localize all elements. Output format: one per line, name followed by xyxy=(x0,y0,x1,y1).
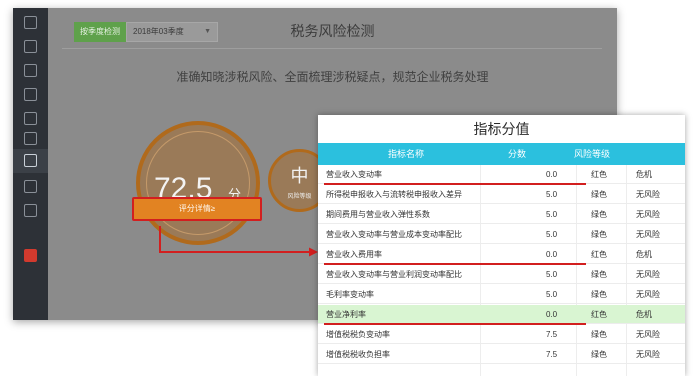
sidebar-report-icon[interactable] xyxy=(24,112,37,125)
sidebar xyxy=(13,8,48,320)
column-header-score: 分数 xyxy=(508,149,527,159)
period-toolbar: 按季度检测 2018年03季度 ▼ xyxy=(74,22,218,42)
tab-quarterly-check[interactable]: 按季度检测 xyxy=(74,22,126,42)
score-gauge: 72.5 分 xyxy=(136,121,260,245)
row-color: 绿色 xyxy=(591,270,607,279)
row-risk-level: 危机 xyxy=(636,170,652,179)
table-row[interactable]: 增值税税收负担率 7.5 绿色 无风险 xyxy=(318,345,685,364)
table-header: 指标名称 分数 风险等级 xyxy=(318,143,685,165)
table-row[interactable]: 期间费用与营业收入弹性系数 5.0 绿色 无风险 xyxy=(318,205,685,224)
sidebar-risk-check-icon[interactable] xyxy=(24,154,37,167)
period-select[interactable]: 2018年03季度 ▼ xyxy=(126,22,218,42)
row-color: 红色 xyxy=(591,170,607,179)
row-risk-level: 无风险 xyxy=(636,210,660,219)
column-header-name: 指标名称 xyxy=(388,149,425,159)
row-score: 5.0 xyxy=(546,210,558,219)
risk-underline-marker xyxy=(324,183,586,185)
row-risk-level: 无风险 xyxy=(636,270,660,279)
table-row-highlighted[interactable]: 营业净利率 0.0 红色 危机 xyxy=(318,305,685,324)
row-score: 0.0 xyxy=(546,310,558,319)
table-row[interactable]: 营业收入变动率与营业成本变动率配比 5.0 绿色 无风险 xyxy=(318,225,685,244)
row-risk-level: 无风险 xyxy=(636,230,660,239)
risk-underline-marker xyxy=(324,263,586,265)
popup-title: 指标分值 xyxy=(473,121,530,137)
page-subtitle: 准确知晓涉税风险、全面梳理涉税疑点，规范企业税务处理 xyxy=(176,70,489,84)
score-detail-button[interactable]: 评分详情≥ xyxy=(132,197,262,221)
sidebar-building-icon[interactable] xyxy=(24,132,37,145)
sidebar-document-icon[interactable] xyxy=(24,40,37,53)
row-score: 0.0 xyxy=(546,170,558,179)
row-indicator-name: 营业收入变动率与营业利润变动率配比 xyxy=(326,270,462,279)
row-color: 绿色 xyxy=(591,350,607,359)
row-indicator-name: 营业收入费用率 xyxy=(326,250,382,259)
row-indicator-name: 所得税申报收入与流转税申报收入差异 xyxy=(326,190,462,199)
row-score: 5.0 xyxy=(546,230,558,239)
title-divider xyxy=(62,48,602,49)
row-color: 绿色 xyxy=(591,290,607,299)
row-color: 绿色 xyxy=(591,190,607,199)
row-risk-level: 危机 xyxy=(636,250,652,259)
table-row[interactable]: 增值税税负变动率 7.5 绿色 无风险 xyxy=(318,325,685,344)
sidebar-settings-icon[interactable] xyxy=(24,204,37,217)
row-score: 5.0 xyxy=(546,270,558,279)
sidebar-chart-icon[interactable] xyxy=(24,64,37,77)
row-indicator-name: 增值税税收负担率 xyxy=(326,350,390,359)
row-indicator-name: 营业净利率 xyxy=(326,310,366,319)
table-row[interactable]: 营业收入变动率 0.0 红色 危机 xyxy=(318,165,685,184)
sidebar-search-icon[interactable] xyxy=(24,180,37,193)
row-risk-level: 无风险 xyxy=(636,290,660,299)
row-indicator-name: 营业收入变动率 xyxy=(326,170,382,179)
row-color: 红色 xyxy=(591,250,607,259)
sidebar-home-icon[interactable] xyxy=(24,16,37,29)
period-select-value: 2018年03季度 xyxy=(133,27,184,36)
table-row[interactable]: 毛利率变动率 5.0 绿色 无风险 xyxy=(318,285,685,304)
column-header-risk-level: 风险等级 xyxy=(574,149,611,159)
sidebar-alert-icon[interactable] xyxy=(24,249,37,262)
indicator-score-popup: 指标分值 指标名称 分数 风险等级 营业收入变动率 0.0 红色 危机 所得税申… xyxy=(318,115,685,376)
row-risk-level: 无风险 xyxy=(636,350,660,359)
row-risk-level: 危机 xyxy=(636,310,652,319)
row-score: 7.5 xyxy=(546,350,558,359)
row-color: 红色 xyxy=(591,310,607,319)
row-indicator-name: 毛利率变动率 xyxy=(326,290,374,299)
row-indicator-name: 营业收入变动率与营业成本变动率配比 xyxy=(326,230,462,239)
row-score: 5.0 xyxy=(546,190,558,199)
score-detail-button-label: 评分详情≥ xyxy=(178,204,216,213)
table-row[interactable]: 所得税申报收入与流转税申报收入差异 5.0 绿色 无风险 xyxy=(318,185,685,204)
row-indicator-name: 期间费用与营业收入弹性系数 xyxy=(326,210,430,219)
row-risk-level: 无风险 xyxy=(636,330,660,339)
row-color: 绿色 xyxy=(591,210,607,219)
row-score: 5.0 xyxy=(546,290,558,299)
row-color: 绿色 xyxy=(591,230,607,239)
sidebar-file-icon[interactable] xyxy=(24,88,37,101)
screenshot-stage: 税务风险检测 按季度检测 2018年03季度 ▼ 准确知晓涉税风险、全面梳理涉税… xyxy=(0,0,700,376)
table-row[interactable]: 营业收入变动率与营业利润变动率配比 5.0 绿色 无风险 xyxy=(318,265,685,284)
row-indicator-name: 增值税税负变动率 xyxy=(326,330,390,339)
chevron-down-icon: ▼ xyxy=(204,28,211,35)
row-color: 绿色 xyxy=(591,330,607,339)
row-risk-level: 无风险 xyxy=(636,190,660,199)
risk-underline-marker xyxy=(324,323,586,325)
row-score: 7.5 xyxy=(546,330,558,339)
table-row[interactable]: 营业收入费用率 0.0 红色 危机 xyxy=(318,245,685,264)
row-score: 0.0 xyxy=(546,250,558,259)
